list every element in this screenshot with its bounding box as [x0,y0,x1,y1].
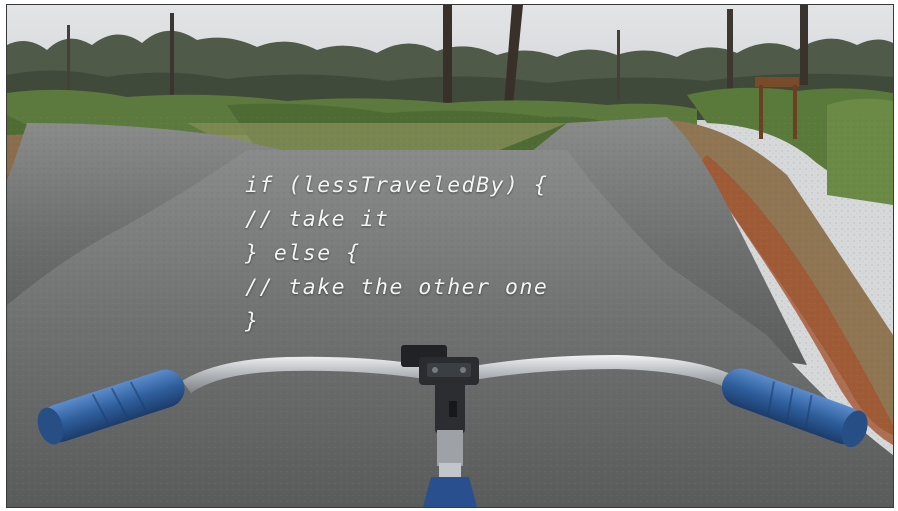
photo-frame: if (lessTraveledBy) { // take it } else { /… [6,4,894,508]
code-line-close-brace: } [245,309,260,334]
code-line-comment-take: // take it [245,207,390,232]
code-line-else: } else { [245,241,361,266]
code-overlay: if (lessTraveledBy) { // take it } else { /… [245,169,548,339]
code-line-if: if (lessTraveledBy) { [245,173,549,198]
code-line-comment-other: // take the other one [245,275,549,300]
